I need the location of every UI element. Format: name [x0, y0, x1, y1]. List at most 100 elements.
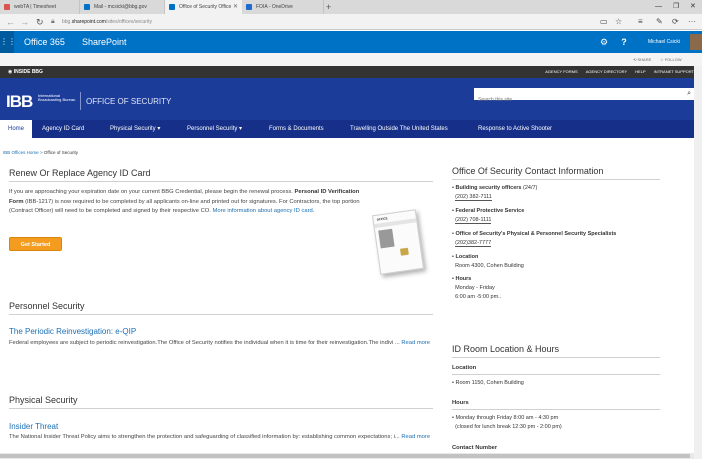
tab-label: FOIA - OneDrive	[256, 4, 293, 10]
divider	[452, 409, 660, 410]
office365-suite-bar: ⋮⋮ Office 365 SharePoint ⚙ ? Michael Csi…	[0, 31, 702, 53]
browser-tab-timesheet[interactable]: webTA | Timesheet	[0, 0, 80, 14]
site-banner: IBB International Broadcasting Bureau OF…	[0, 78, 702, 120]
personnel-description: Federal employees are subject to periodi…	[9, 340, 431, 346]
inside-bbg-link[interactable]: ◉ INSIDE BBG	[8, 66, 43, 78]
id-room-contact-label: Contact Number	[452, 445, 498, 451]
settings-gear-icon[interactable]: ⚙	[594, 31, 614, 53]
refresh-icon[interactable]: ↻	[36, 16, 44, 28]
phone-link[interactable]: (202) 708-1111	[455, 217, 492, 224]
close-tab-icon[interactable]: ✕	[233, 0, 238, 14]
lock-icon: 🔒︎	[51, 18, 55, 25]
address-bar[interactable]: bbg.sharepoint.com/sites/offices/securit…	[62, 17, 152, 27]
tab-label: Mail - mcsicki@bbg.gov	[94, 4, 147, 10]
id-room-hours-label: Hours	[452, 400, 469, 406]
personnel-section-title: Personnel Security	[9, 301, 85, 311]
more-icon[interactable]: ···	[688, 16, 696, 28]
scrollbar-thumb[interactable]	[0, 454, 690, 458]
contact-location: • Location Room 4300, Cohen Building	[452, 254, 524, 269]
personnel-read-more-link[interactable]: Read more	[401, 340, 430, 346]
forward-icon[interactable]: →	[20, 16, 29, 28]
horizontal-scrollbar[interactable]	[0, 453, 694, 459]
intranet-support-link[interactable]: INTRANET SUPPORT	[654, 69, 694, 74]
share-icon[interactable]: ⟳	[672, 16, 679, 28]
reading-view-icon[interactable]: ▭	[600, 16, 608, 28]
divider	[9, 408, 433, 409]
search-input[interactable]	[474, 94, 674, 106]
minimize-icon[interactable]: —	[655, 0, 662, 14]
user-name[interactable]: Michael Csicki	[648, 31, 680, 53]
nav-travelling-outside[interactable]: Travelling Outside The United States	[350, 120, 448, 138]
browser-toolbar: ← → ↻ 🔒︎ bbg.sharepoint.com/sites/office…	[0, 14, 702, 30]
logo-divider	[80, 92, 81, 110]
help-icon[interactable]: ?	[614, 31, 634, 53]
help-link[interactable]: HELP	[635, 69, 645, 74]
page-actions-row: ⟲ SHARE ☆ FOLLOW	[0, 53, 702, 66]
vertical-scrollbar[interactable]	[694, 66, 702, 459]
divider	[452, 179, 660, 180]
physical-section-title: Physical Security	[9, 395, 78, 405]
maximize-icon[interactable]: ❐	[673, 0, 679, 14]
office365-link[interactable]: Office 365	[24, 31, 65, 53]
main-navigation: Home Agency ID Card Physical Security ▾ …	[0, 120, 702, 138]
breadcrumb: IBB Offices Home > Office of Security	[3, 150, 79, 155]
id-photo	[378, 228, 395, 249]
site-title: OFFICE OF SECURITY	[86, 97, 172, 106]
physical-read-more-link[interactable]: Read more	[401, 434, 430, 440]
divider	[9, 181, 433, 182]
periodic-reinvestigation-link[interactable]: The Periodic Reinvestigation: e-QIP	[9, 327, 136, 336]
nav-forms-documents[interactable]: Forms & Documents	[269, 120, 324, 138]
top-links: AGENCY FORMS AGENCY DIRECTORY HELP INTRA…	[538, 66, 694, 78]
divider	[9, 314, 433, 315]
nav-physical-security[interactable]: Physical Security ▾	[110, 120, 160, 138]
contact-hours: • Hours Monday - Friday 6:00 am -5:00 pm…	[452, 276, 502, 300]
more-info-id-card-link[interactable]: More information about agency ID card	[213, 208, 313, 214]
contact-item: • Federal Protective Service (202) 708-1…	[452, 208, 525, 224]
id-card-image: OFFICE	[372, 209, 424, 275]
search-icon[interactable]: ⌕	[687, 88, 691, 100]
browser-tab-mail[interactable]: Mail - mcsicki@bbg.gov	[80, 0, 165, 14]
new-tab-button[interactable]: +	[326, 0, 331, 14]
search-box: ⌕	[474, 88, 694, 106]
tab-label: webTA | Timesheet	[14, 4, 57, 10]
follow-button[interactable]: ☆ FOLLOW	[660, 53, 682, 66]
web-note-icon[interactable]: ✎	[656, 16, 663, 28]
sharepoint-favicon-icon	[169, 4, 175, 10]
divider	[452, 374, 660, 375]
id-room-section-title: ID Room Location & Hours	[452, 344, 560, 354]
breadcrumb-parent-link[interactable]: IBB Offices Home	[3, 150, 39, 155]
mail-favicon-icon	[84, 4, 90, 10]
contact-item: • Office of Security's Physical & Person…	[452, 231, 617, 247]
browser-tab-security[interactable]: Office of Security Office ✕	[165, 0, 242, 14]
avatar[interactable]	[690, 34, 702, 50]
agency-directory-link[interactable]: AGENCY DIRECTORY	[586, 69, 627, 74]
nav-home[interactable]: Home	[0, 120, 32, 138]
hub-icon[interactable]: ≡	[638, 16, 643, 28]
divider	[452, 357, 660, 358]
id-room-location: • Room 1150, Cohen Building	[452, 380, 524, 386]
app-launcher-icon[interactable]: ⋮⋮	[0, 31, 16, 53]
insider-threat-link[interactable]: Insider Threat	[9, 422, 58, 431]
nav-active-shooter[interactable]: Response to Active Shooter	[478, 120, 552, 138]
phone-link[interactable]: (202)382-7777	[455, 240, 492, 247]
sharepoint-link[interactable]: SharePoint	[82, 31, 127, 53]
agency-forms-link[interactable]: AGENCY FORMS	[545, 69, 577, 74]
favorite-star-icon[interactable]: ☆	[615, 16, 622, 28]
phone-link[interactable]: (202) 382-7111	[455, 194, 492, 201]
get-started-button[interactable]: Get Started	[9, 237, 62, 251]
onedrive-favicon-icon	[246, 4, 252, 10]
close-window-icon[interactable]: ✕	[690, 0, 696, 14]
ibb-logo[interactable]: IBB	[6, 92, 33, 112]
tab-label: Office of Security Office	[179, 4, 232, 10]
share-button[interactable]: ⟲ SHARE	[633, 53, 651, 66]
id-room-location-label: Location	[452, 365, 477, 371]
contact-item: • Building security officers (24/7) (202…	[452, 185, 538, 201]
id-room-hours: • Monday through Friday 8:00 am - 4:30 p…	[452, 415, 562, 430]
browser-tab-foia[interactable]: FOIA - OneDrive	[242, 0, 324, 14]
nav-personnel-security[interactable]: Personnel Security ▾	[187, 120, 242, 138]
inside-bbg-bar: ◉ INSIDE BBG AGENCY FORMS AGENCY DIRECTO…	[0, 66, 702, 78]
back-icon[interactable]: ←	[6, 16, 15, 28]
id-chip	[399, 247, 409, 256]
nav-agency-id-card[interactable]: Agency ID Card	[42, 120, 84, 138]
logo-subtitle: International Broadcasting Bureau	[38, 93, 76, 103]
